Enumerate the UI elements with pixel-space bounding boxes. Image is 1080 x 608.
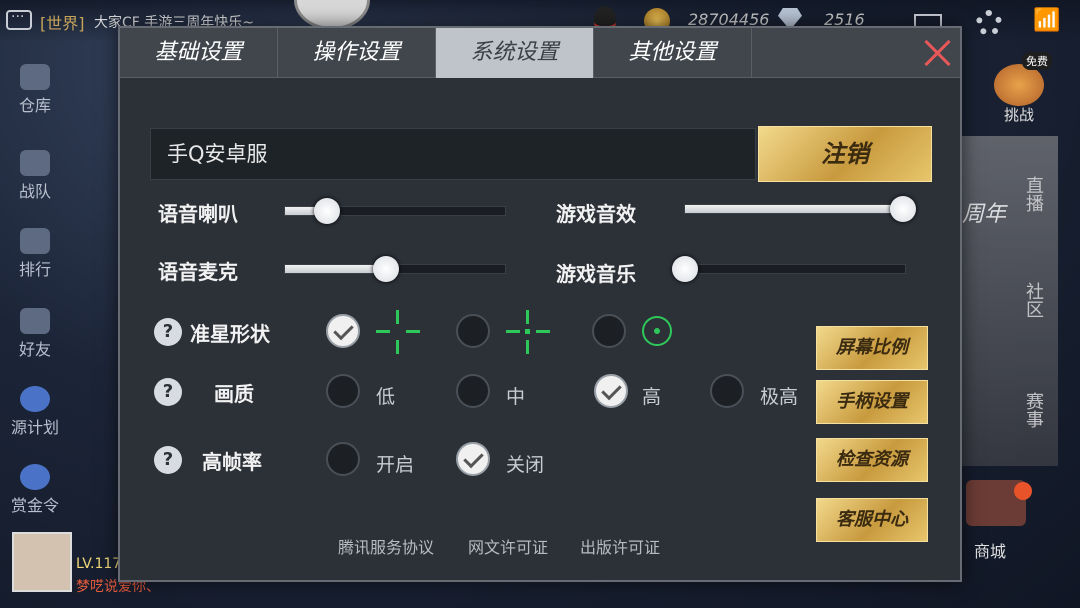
chat-icon[interactable] [6,9,32,30]
menu-item-bounty[interactable]: 赏金令 [0,464,70,516]
challenge-label[interactable]: 挑战 [1004,104,1034,125]
trophy-icon [20,228,50,254]
warehouse-icon [20,64,50,90]
slider-knob[interactable] [373,256,400,282]
team-icon [20,150,50,176]
account-field: 手Q安卓服 [150,128,756,180]
chat-channel-tag[interactable]: [世界] [40,10,85,34]
crosshair-option-3-radio[interactable] [592,314,626,348]
crosshair-option-1-radio[interactable] [326,314,360,348]
game-music-slider[interactable] [672,256,906,282]
quality-low-label[interactable]: 低 [376,382,395,409]
high-fps-on-radio[interactable] [326,442,360,476]
slider-fill [685,205,903,213]
tab-basic-settings[interactable]: 基础设置 [120,28,278,78]
high-fps-off-radio[interactable] [456,442,490,476]
player-level: LV.117 [76,556,122,572]
wifi-icon: 📶 [1033,8,1061,33]
quality-low-radio[interactable] [326,374,360,408]
quality-high-label[interactable]: 高 [642,382,661,409]
crosshair-circle-icon [642,316,672,346]
tab-system-settings[interactable]: 系统设置 [436,28,594,78]
high-fps-label: 高帧率 [202,450,262,474]
quality-medium-label[interactable]: 中 [506,382,525,409]
tencent-service-agreement-link[interactable]: 腾讯服务协议 [338,534,434,558]
shop-label[interactable]: 商城 [974,538,1006,562]
game-sfx-slider[interactable] [684,196,916,222]
slider-knob[interactable] [313,198,340,224]
menu-item-friends[interactable]: 好友 [0,308,70,360]
slider-knob[interactable] [889,196,916,222]
friends-icon [20,308,50,334]
voice-speaker-label: 语音喇叭 [158,202,238,226]
bounty-icon [20,464,50,490]
source-plan-icon [20,386,50,412]
tab-other-settings[interactable]: 其他设置 [594,28,752,78]
quality-high-radio[interactable] [594,374,628,408]
voice-mic-label: 语音麦克 [158,260,238,284]
menu-item-warehouse[interactable]: 仓库 [0,64,70,116]
notification-dot [1014,482,1032,500]
menu-item-ranking[interactable]: 排行 [0,228,70,280]
tab-live[interactable]: 直播 [1006,176,1046,212]
screen-ratio-button[interactable]: 屏幕比例 [816,326,928,370]
crosshair-label: 准星形状 [190,322,270,346]
game-sfx-label: 游戏音效 [556,202,636,226]
challenge-icon[interactable] [994,64,1044,106]
free-badge: 免费 [1022,52,1052,70]
gamepad-settings-button[interactable]: 手柄设置 [816,380,928,424]
check-resources-button[interactable]: 检查资源 [816,438,928,482]
logout-button[interactable]: 注销 [758,126,932,182]
quality-ultra-radio[interactable] [710,374,744,408]
event-panel: 周年 直播 社区 赛事 [962,136,1058,466]
voice-mic-slider[interactable] [284,256,506,282]
publishing-license-link[interactable]: 出版许可证 [580,534,660,558]
anniversary-banner[interactable]: 周年 [962,196,1006,228]
quality-medium-radio[interactable] [456,374,490,408]
menu-item-team[interactable]: 战队 [0,150,70,202]
high-fps-on-label[interactable]: 开启 [376,450,414,477]
crosshair-option-2-radio[interactable] [456,314,490,348]
quality-ultra-label[interactable]: 极高 [760,382,798,409]
voice-speaker-slider[interactable] [284,198,506,224]
help-icon[interactable]: ? [154,318,182,346]
high-fps-off-label[interactable]: 关闭 [506,450,544,477]
settings-tabs: 基础设置 操作设置 系统设置 其他设置 [120,28,960,78]
game-music-label: 游戏音乐 [556,262,636,286]
tab-community[interactable]: 社区 [1006,282,1046,318]
tab-match[interactable]: 赛事 [1006,392,1046,428]
close-icon[interactable] [920,36,954,70]
help-icon[interactable]: ? [154,378,182,406]
quality-label: 画质 [214,382,254,406]
slider-knob[interactable] [672,256,698,282]
crosshair-dot-cross-icon [506,310,550,354]
slider-fill [285,265,387,273]
tab-control-settings[interactable]: 操作设置 [278,28,436,78]
customer-service-button[interactable]: 客服中心 [816,498,928,542]
gear-icon[interactable] [976,10,1002,36]
crosshair-cross-icon [376,310,420,354]
avatar[interactable] [12,532,72,592]
help-icon[interactable]: ? [154,446,182,474]
online-literature-license-link[interactable]: 网文许可证 [468,534,548,558]
settings-panel: 基础设置 操作设置 系统设置 其他设置 手Q安卓服 注销 语音喇叭 游戏音效 语… [118,26,962,582]
menu-item-source-plan[interactable]: 源计划 [0,386,70,438]
